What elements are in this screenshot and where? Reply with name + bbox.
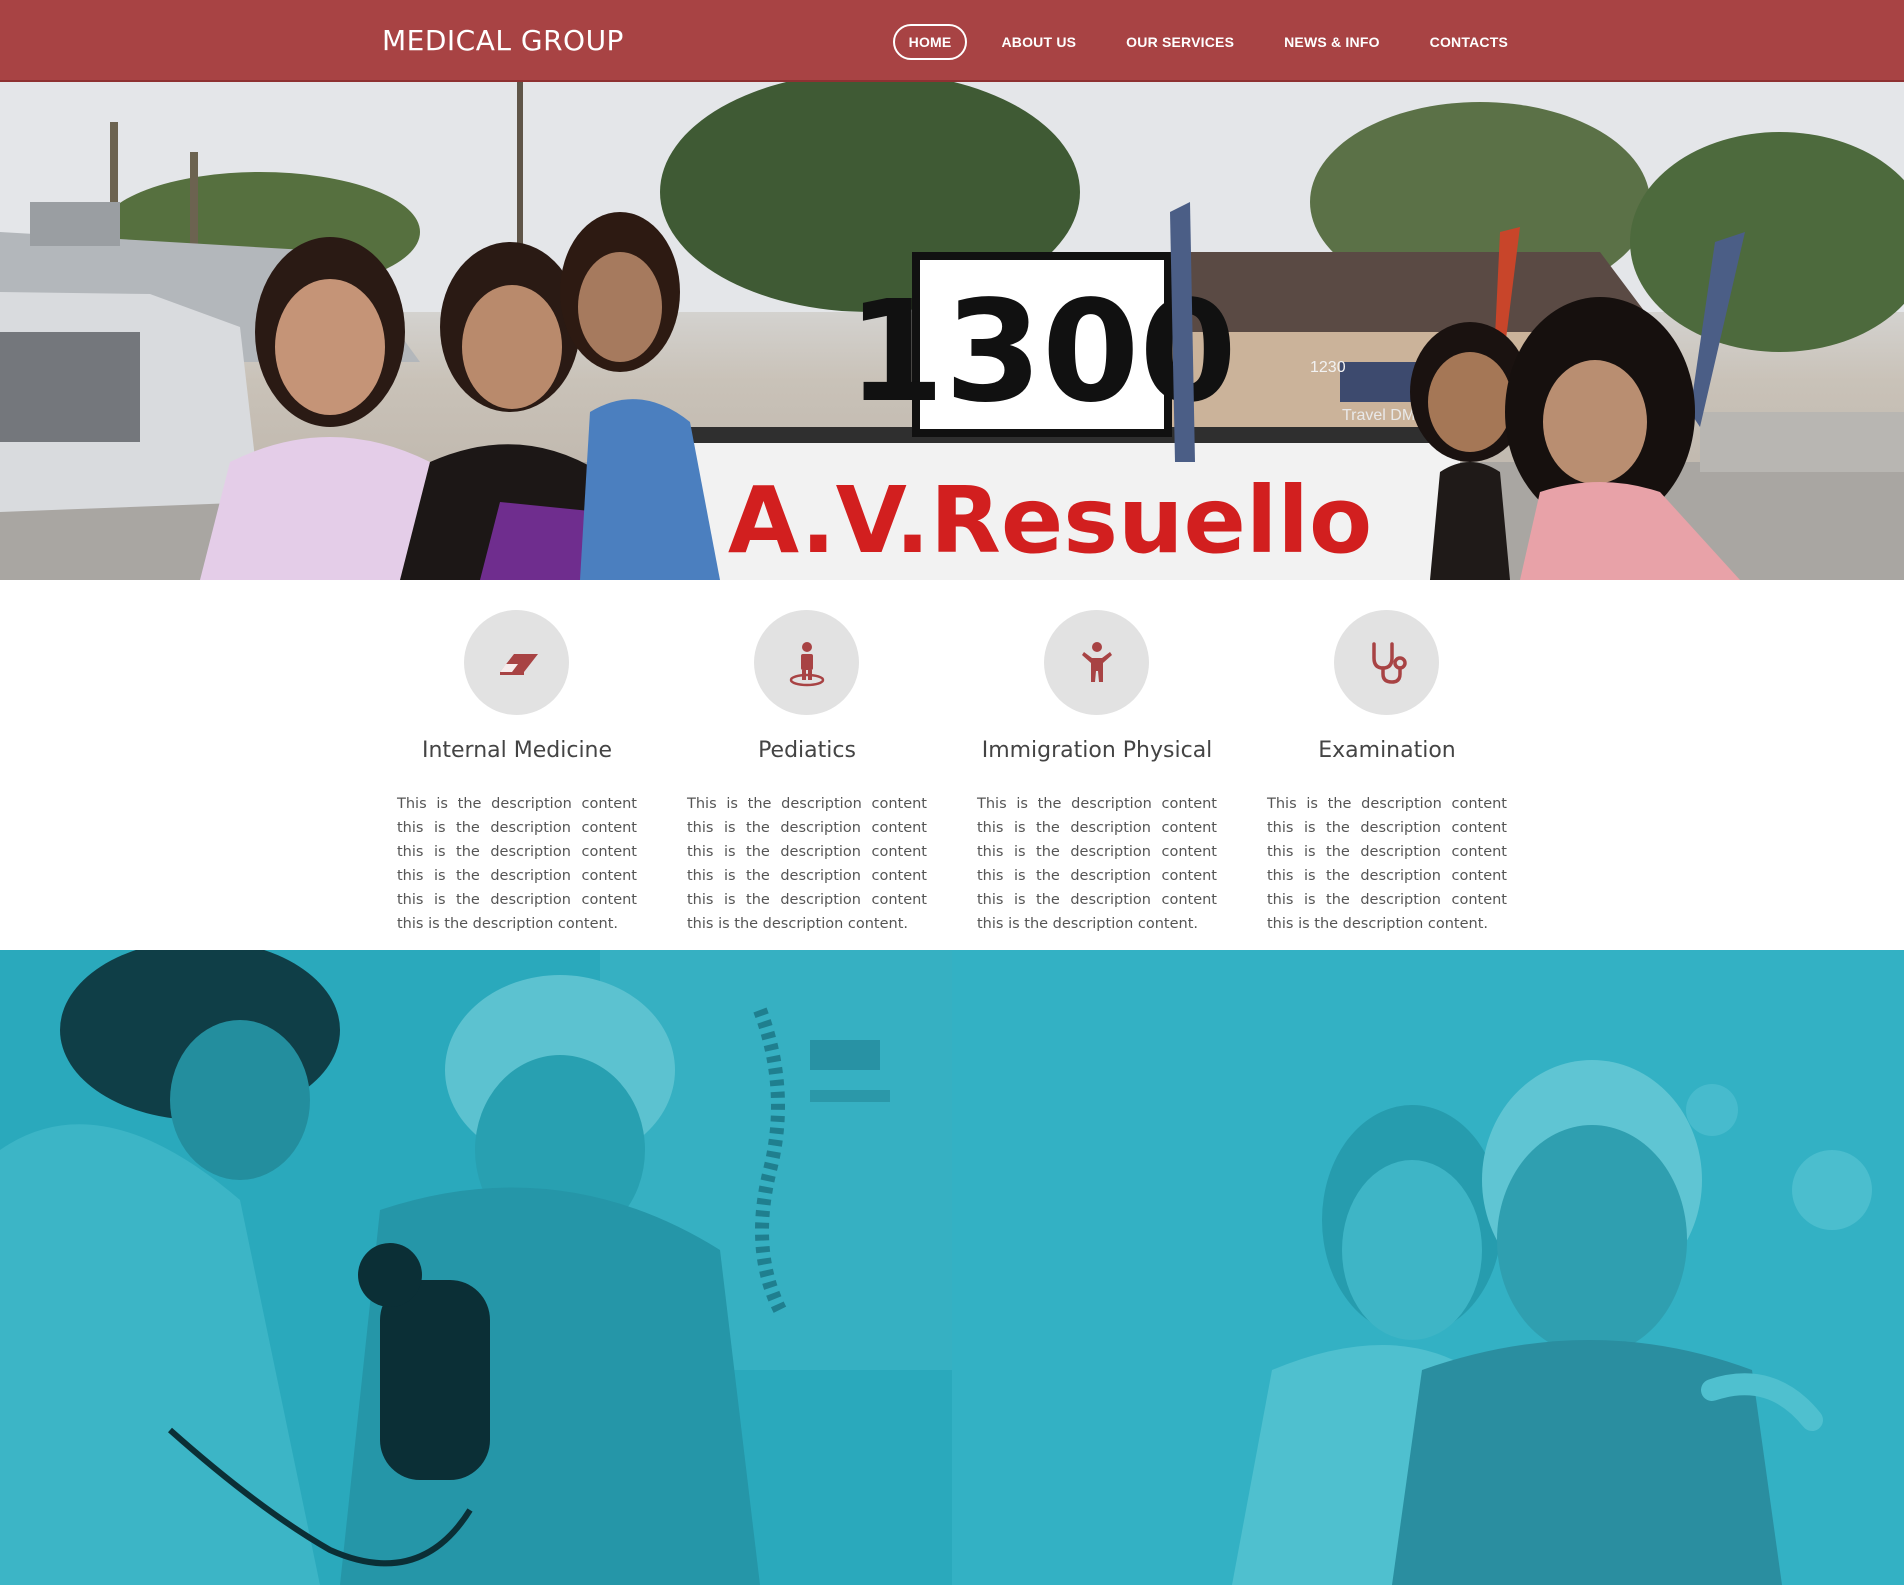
brand-logo-text[interactable]: MEDICAL GROUP	[382, 24, 624, 57]
caregiver-senior-illustration	[952, 950, 1904, 1585]
site-header: MEDICAL GROUP HOME ABOUT US OUR SERVICES…	[0, 0, 1904, 82]
eraser-icon	[499, 653, 538, 675]
hero-sign-text: A.V.Resuello	[728, 467, 1372, 574]
caregiver-senior-photo	[952, 950, 1904, 1585]
services-section: Internal Medicine This is the descriptio…	[0, 580, 1904, 950]
nav-about-us[interactable]: ABOUT US	[985, 24, 1092, 60]
hero-address-number: 1230	[1310, 359, 1346, 376]
service-description: This is the description content this is …	[1267, 796, 1507, 932]
main-nav: HOME ABOUT US OUR SERVICES NEWS & INFO C…	[892, 24, 1524, 60]
service-icon-circle[interactable]	[464, 610, 569, 715]
service-description: This is the description content this is …	[977, 796, 1217, 932]
person-icon	[789, 641, 824, 686]
nav-news-info[interactable]: NEWS & INFO	[1268, 24, 1396, 60]
service-icon-circle[interactable]	[1334, 610, 1439, 715]
service-description: This is the description content this is …	[687, 796, 927, 932]
service-title: Pediatics	[758, 738, 856, 763]
nav-home[interactable]: HOME	[892, 24, 968, 60]
nurse-patient-photo	[0, 950, 952, 1585]
child-icon	[1081, 641, 1112, 682]
hero-banner-image: 1300 A.V.Resuello 1230 Travel DMV	[0, 82, 1904, 580]
nurse-patient-illustration	[0, 950, 952, 1585]
nav-contacts[interactable]: CONTACTS	[1414, 24, 1524, 60]
service-title: Internal Medicine	[421, 738, 613, 763]
service-title: Immigration Physical	[981, 738, 1213, 763]
service-icon-circle[interactable]	[754, 610, 859, 715]
service-icon-circle[interactable]	[1044, 610, 1149, 715]
service-title: Examination	[1318, 738, 1456, 763]
nav-our-services[interactable]: OUR SERVICES	[1110, 24, 1250, 60]
service-description: This is the description content this is …	[397, 796, 637, 932]
stethoscope-icon	[1371, 641, 1407, 684]
hero-photo-illustration: 1300 A.V.Resuello 1230 Travel DMV	[0, 82, 1904, 580]
